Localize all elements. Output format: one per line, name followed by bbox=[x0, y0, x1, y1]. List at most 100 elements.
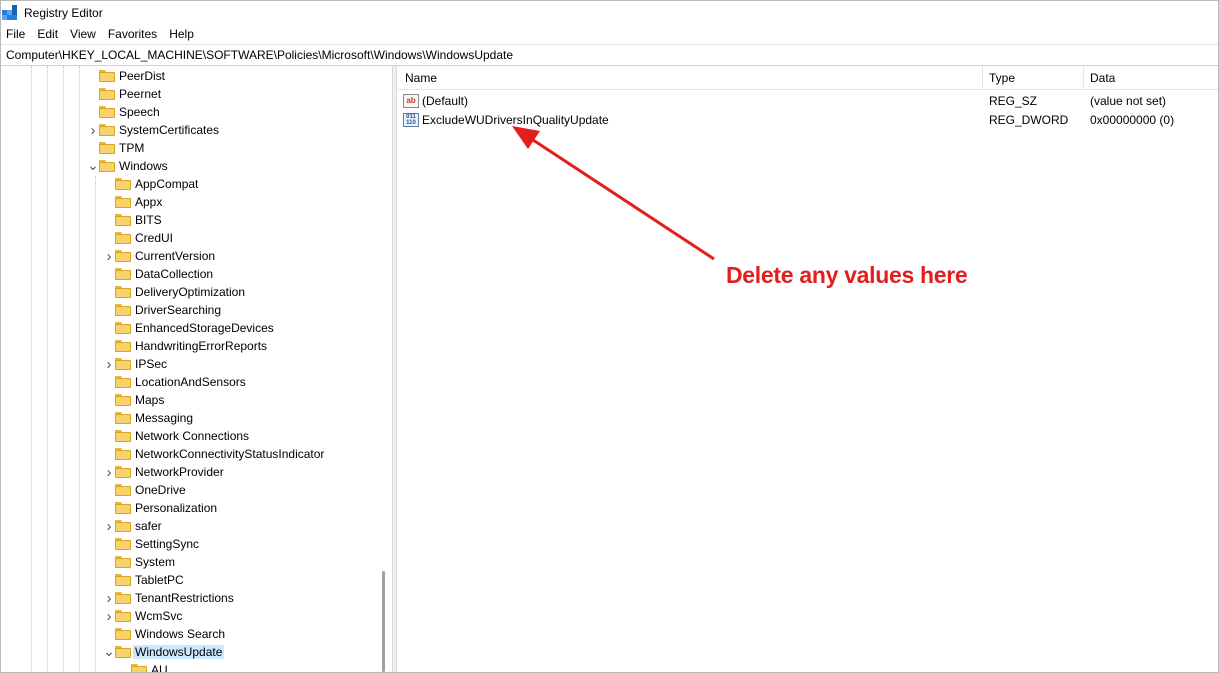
tree-guide-line bbox=[47, 66, 48, 672]
tree-item-wcmsvc[interactable]: › WcmSvc bbox=[103, 607, 183, 625]
tree-item-networkconnectivitystatusindicator[interactable]: NetworkConnectivityStatusIndicator bbox=[103, 445, 324, 463]
tree-item-label: NetworkConnectivityStatusIndicator bbox=[135, 447, 325, 461]
tree-item-systemcertificates[interactable]: › SystemCertificates bbox=[87, 121, 220, 139]
value-name: (Default) bbox=[422, 93, 469, 108]
folder-icon bbox=[115, 502, 131, 514]
chevron-right-icon[interactable]: › bbox=[103, 355, 115, 373]
folder-icon bbox=[115, 412, 131, 424]
tree-item-label: DataCollection bbox=[135, 267, 214, 281]
tree-item-safer[interactable]: › safer bbox=[103, 517, 162, 535]
values-list: Name Type Data ab (Default) REG_SZ (valu… bbox=[397, 66, 1218, 672]
folder-icon bbox=[115, 286, 131, 298]
tree-item-label: HandwritingErrorReports bbox=[135, 339, 268, 353]
tree-scrollbar-thumb[interactable] bbox=[382, 571, 385, 672]
tree-item-handwritingerrorreports[interactable]: HandwritingErrorReports bbox=[103, 337, 267, 355]
chevron-down-icon[interactable]: ⌄ bbox=[103, 643, 115, 661]
tree-item-appx[interactable]: Appx bbox=[103, 193, 162, 211]
tree-item-appcompat[interactable]: AppCompat bbox=[103, 175, 198, 193]
list-row[interactable]: ab (Default) REG_SZ (value not set) bbox=[397, 91, 1218, 110]
address-bar[interactable]: Computer\HKEY_LOCAL_MACHINE\SOFTWARE\Pol… bbox=[1, 44, 1218, 66]
column-header-type[interactable]: Type bbox=[989, 66, 1015, 89]
folder-icon bbox=[115, 430, 131, 442]
tree-item-ipsec[interactable]: › IPSec bbox=[103, 355, 168, 373]
tree-item-label: DeliveryOptimization bbox=[135, 285, 246, 299]
chevron-right-icon[interactable]: › bbox=[103, 247, 115, 265]
tree-item-driversearching[interactable]: DriverSearching bbox=[103, 301, 221, 319]
chevron-right-icon[interactable]: › bbox=[103, 607, 115, 625]
tree-item-system[interactable]: System bbox=[103, 553, 175, 571]
tree-item-speech[interactable]: Speech bbox=[87, 103, 160, 121]
tree-item-tpm[interactable]: TPM bbox=[87, 139, 144, 157]
folder-icon bbox=[115, 250, 131, 262]
tree-guide-line bbox=[79, 66, 80, 672]
tree-item-label: Maps bbox=[135, 393, 165, 407]
tree-item-datacollection[interactable]: DataCollection bbox=[103, 265, 213, 283]
tree-item-windows[interactable]: ⌄ Windows bbox=[87, 157, 168, 175]
menu-file[interactable]: File bbox=[1, 27, 31, 41]
menu-edit[interactable]: Edit bbox=[31, 27, 64, 41]
column-divider[interactable] bbox=[1083, 66, 1084, 89]
tree-scrollbar[interactable] bbox=[376, 66, 392, 672]
tree-item-messaging[interactable]: Messaging bbox=[103, 409, 193, 427]
tree-item-credui[interactable]: CredUI bbox=[103, 229, 173, 247]
folder-icon bbox=[115, 376, 131, 388]
tree-item-networkprovider[interactable]: › NetworkProvider bbox=[103, 463, 224, 481]
registry-tree[interactable]: PeerDist Peernet Speech › SystemCertificates… bbox=[1, 66, 392, 672]
folder-icon bbox=[115, 214, 131, 226]
tree-item-locationandsensors[interactable]: LocationAndSensors bbox=[103, 373, 246, 391]
folder-icon bbox=[99, 88, 115, 100]
folder-icon bbox=[115, 322, 131, 334]
menu-view[interactable]: View bbox=[64, 27, 102, 41]
folder-icon bbox=[115, 340, 131, 352]
folder-icon bbox=[115, 520, 131, 532]
tree-item-tenantrestrictions[interactable]: › TenantRestrictions bbox=[103, 589, 234, 607]
column-divider[interactable] bbox=[982, 66, 983, 89]
tree-item-bits[interactable]: BITS bbox=[103, 211, 162, 229]
chevron-right-icon[interactable]: › bbox=[103, 589, 115, 607]
tree-item-currentversion[interactable]: › CurrentVersion bbox=[103, 247, 216, 265]
chevron-right-icon[interactable]: › bbox=[103, 517, 115, 535]
tree-item-peerdist[interactable]: PeerDist bbox=[87, 67, 165, 85]
tree-item-label: PeerDist bbox=[119, 69, 166, 83]
tree-item-windowsupdate[interactable]: ⌄ WindowsUpdate bbox=[103, 643, 225, 661]
tree-item-onedrive[interactable]: OneDrive bbox=[103, 481, 186, 499]
tree-item-label: Speech bbox=[119, 105, 160, 119]
tree-item-peernet[interactable]: Peernet bbox=[87, 85, 161, 103]
tree-item-label: Windows bbox=[119, 159, 168, 173]
folder-icon bbox=[115, 178, 131, 190]
tree-item-label: SettingSync bbox=[135, 537, 200, 551]
folder-icon bbox=[115, 394, 131, 406]
value-data: (value not set) bbox=[1090, 93, 1167, 108]
menu-help[interactable]: Help bbox=[163, 27, 200, 41]
chevron-down-icon[interactable]: ⌄ bbox=[87, 157, 99, 175]
column-header-data[interactable]: Data bbox=[1090, 66, 1115, 89]
tree-item-settingsync[interactable]: SettingSync bbox=[103, 535, 199, 553]
address-path[interactable]: Computer\HKEY_LOCAL_MACHINE\SOFTWARE\Pol… bbox=[1, 48, 513, 62]
tree-item-maps[interactable]: Maps bbox=[103, 391, 164, 409]
dword-value-icon: 011 110 bbox=[403, 112, 419, 127]
tree-item-windows-search[interactable]: Windows Search bbox=[103, 625, 225, 643]
list-row[interactable]: 011 110 ExcludeWUDriversInQualityUpdate R… bbox=[397, 110, 1218, 129]
chevron-right-icon[interactable]: › bbox=[87, 121, 99, 139]
tree-item-personalization[interactable]: Personalization bbox=[103, 499, 217, 517]
tree-item-deliveryoptimization[interactable]: DeliveryOptimization bbox=[103, 283, 245, 301]
tree-item-label: Personalization bbox=[135, 501, 218, 515]
tree-item-enhancedstoragedevices[interactable]: EnhancedStorageDevices bbox=[103, 319, 274, 337]
tree-item-label: IPSec bbox=[135, 357, 168, 371]
chevron-right-icon[interactable]: › bbox=[103, 463, 115, 481]
menu-favorites[interactable]: Favorites bbox=[102, 27, 163, 41]
folder-icon bbox=[115, 556, 131, 568]
tree-item-network-connections[interactable]: Network Connections bbox=[103, 427, 249, 445]
tree-item-au[interactable]: AU bbox=[119, 661, 168, 672]
tree-item-tabletpc[interactable]: TabletPC bbox=[103, 571, 184, 589]
column-header-name[interactable]: Name bbox=[405, 66, 437, 89]
